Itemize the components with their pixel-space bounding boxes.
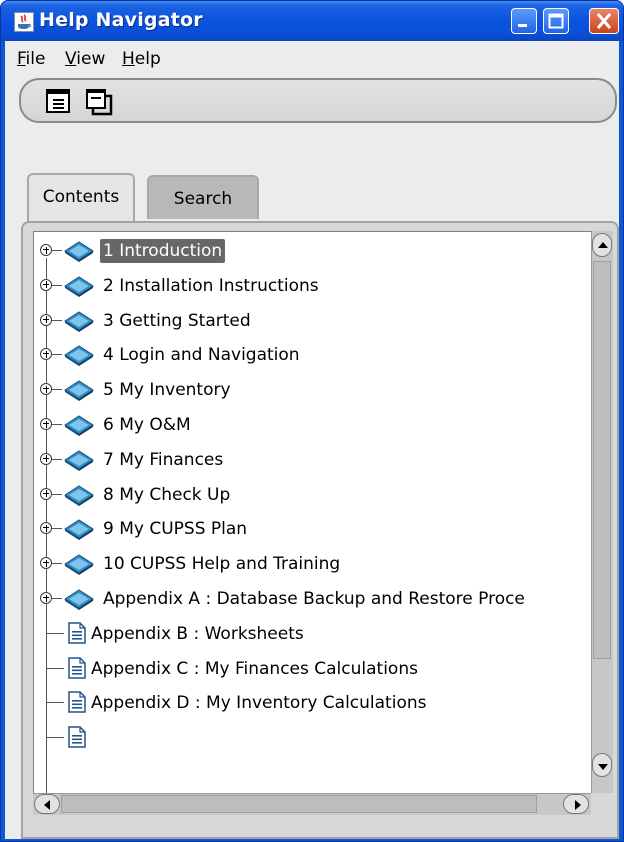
expand-node-icon[interactable] [40,487,52,500]
tree-connector [52,563,62,565]
tree-item-label: 8 My Check Up [103,484,231,505]
title-bar[interactable]: Help Navigator [1,1,623,41]
scroll-right-button[interactable] [563,794,589,814]
tree-connector [52,354,62,356]
book-icon [62,310,96,332]
tree-item-label: Appendix D : My Inventory Calculations [91,693,427,714]
document-page-icon [68,622,86,644]
tree-connector [46,737,64,739]
book-icon [62,518,96,541]
tree-book-item[interactable]: 3 Getting Started [34,306,592,332]
maximize-button[interactable] [543,8,569,34]
book-icon [62,449,96,471]
help-navigator-window: Help Navigator File View Help Contents S… [0,0,624,842]
expand-node-icon[interactable] [40,383,52,396]
book-icon [62,588,96,610]
scroll-left-button[interactable] [34,794,60,814]
tree-page-item[interactable]: Appendix B : Worksheets [34,619,592,645]
tree-page-item[interactable] [34,723,592,749]
document-page-icon [68,656,86,679]
tree-item-label: 5 My Inventory [103,380,231,401]
java-app-icon [14,12,34,32]
vertical-scroll-thumb[interactable] [593,261,611,659]
tree-connector [52,284,62,286]
tree-book-item[interactable]: 10 CUPSS Help and Training [34,549,592,576]
tree-book-item[interactable]: 7 My Finances [34,445,592,471]
tab-search-label: Search [173,189,233,209]
tree-book-item[interactable]: 5 My Inventory [34,375,592,402]
tab-contents-label: Contents [42,187,120,207]
document-page-icon [68,691,86,714]
tree-book-item[interactable]: 6 My O&M [34,410,592,436]
close-button[interactable] [589,8,619,34]
book-icon [62,484,96,506]
tree-book-item[interactable]: 4 Login and Navigation [34,340,592,367]
tree-connector [52,250,62,251]
tree-book-item[interactable]: 8 My Check Up [34,480,592,506]
expand-node-icon[interactable] [40,244,52,256]
horizontal-scrollbar[interactable] [33,793,591,815]
window-icon[interactable] [85,88,113,116]
scroll-up-button[interactable] [592,233,612,257]
expand-node-icon[interactable] [40,418,52,430]
tree-item-label: 9 My CUPSS Plan [103,519,248,540]
tree-item-label: 3 Getting Started [103,310,251,331]
tree-book-item[interactable]: 2 Installation Instructions [34,271,592,297]
tab-search[interactable]: Search [147,175,259,219]
tree-item-label: 2 Installation Instructions [103,275,319,296]
window-client-area: File View Help Contents Search 1 Introdu… [5,41,619,839]
book-icon [62,344,96,367]
contents-tree[interactable]: 1 Introduction 2 Installation Instruction… [33,231,593,795]
expand-node-icon[interactable] [40,278,52,291]
book-icon [62,553,96,576]
horizontal-scroll-thumb[interactable] [61,795,537,813]
tree-item-label: 10 CUPSS Help and Training [103,554,341,575]
tree-connector [52,319,62,321]
tree-item-label: Appendix B : Worksheets [91,623,304,644]
tree-book-item[interactable]: 1 Introduction [34,236,592,263]
menu-file[interactable]: File [17,49,45,69]
tree-item-label: 6 My O&M [103,415,191,435]
tree-book-item[interactable]: 9 My CUPSS Plan [34,514,592,541]
tree-connector [52,528,62,530]
tree-page-item[interactable]: Appendix D : My Inventory Calculations [34,688,592,714]
tree-connector [52,598,62,599]
tree-item-label: Appendix C : My Finances Calculations [91,658,418,679]
scrollbar-corner [591,793,613,815]
tab-contents[interactable]: Contents [27,173,135,221]
expand-node-icon[interactable] [40,452,52,465]
tree-page-item[interactable]: Appendix C : My Finances Calculations [34,654,592,680]
tree-connector [46,667,64,669]
document-page-icon [68,726,86,748]
book-icon [62,414,96,436]
expand-node-icon[interactable] [40,592,52,604]
menu-help[interactable]: Help [122,49,161,69]
expand-node-icon[interactable] [40,348,52,361]
tree-item-label: 1 Introduction [100,239,226,263]
tree-connector [46,702,64,704]
tree-connector [52,389,62,391]
menu-bar: File View Help [5,41,619,77]
scroll-down-button[interactable] [592,753,612,777]
expand-node-icon[interactable] [40,313,52,326]
vertical-scrollbar[interactable] [591,231,613,793]
window-title: Help Navigator [39,9,203,31]
book-icon [62,240,96,262]
expand-node-icon[interactable] [40,522,52,535]
tree-connector [52,424,62,425]
tree-connector [52,493,62,495]
tree-item-label: 4 Login and Navigation [103,345,300,366]
tree-connector [52,458,62,460]
tree-connector [46,632,64,634]
tree-item-label: Appendix A : Database Backup and Restore… [103,589,525,609]
menu-view[interactable]: View [65,49,105,69]
expand-node-icon[interactable] [40,557,52,570]
toolbar [19,78,617,123]
book-icon [62,379,96,402]
hide-navigation-icon[interactable] [45,88,71,114]
minimize-button[interactable] [511,8,537,34]
book-icon [62,275,96,297]
tree-item-label: 7 My Finances [103,449,224,470]
tree-book-item[interactable]: Appendix A : Database Backup and Restore… [34,584,592,610]
